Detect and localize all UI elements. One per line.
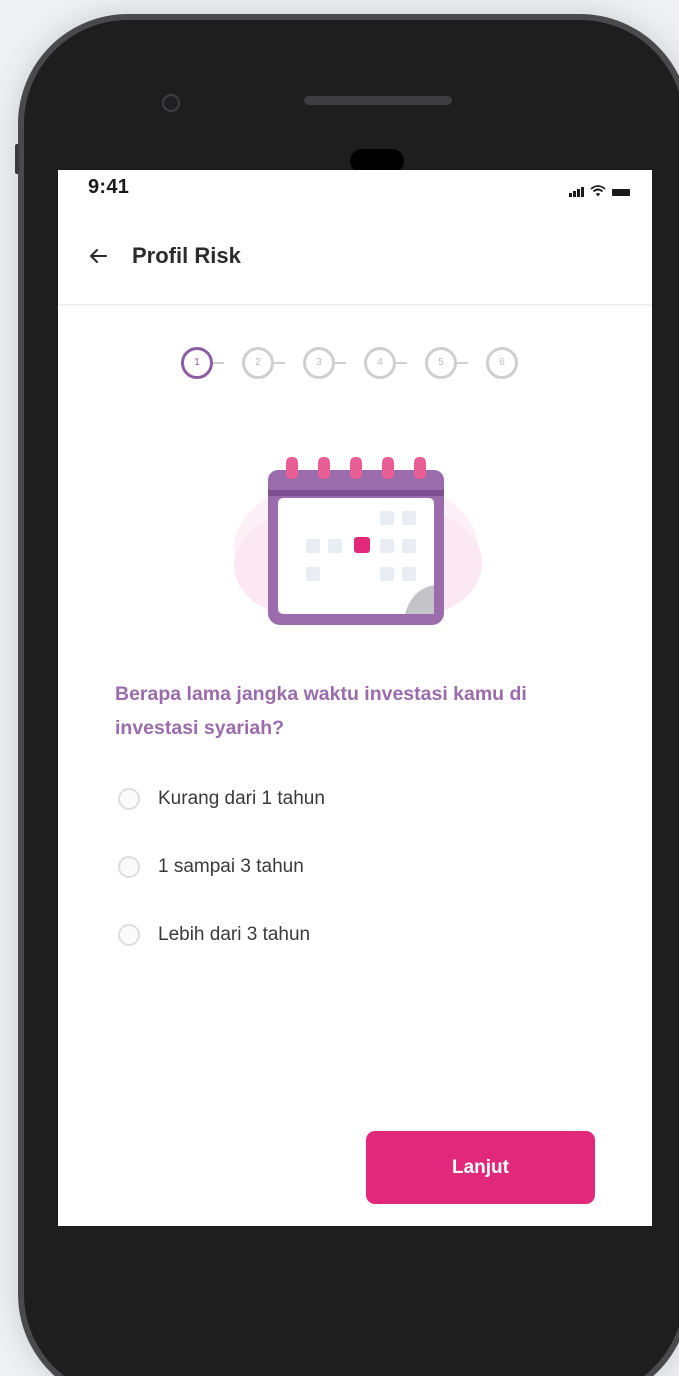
app-header: Profil Risk <box>58 230 652 305</box>
cellular-signal-icon <box>569 187 584 197</box>
calendar-illustration <box>226 435 486 635</box>
option-label: Kurang dari 1 tahun <box>158 788 325 809</box>
radio-button[interactable] <box>118 788 140 810</box>
question-text: Berapa lama jangka waktu investasi kamu … <box>115 683 527 739</box>
front-camera <box>162 94 180 112</box>
status-time: 9:41 <box>88 176 130 198</box>
radio-button[interactable] <box>118 856 140 878</box>
next-button[interactable]: Lanjut <box>366 1131 595 1204</box>
option-label: Lebih dari 3 tahun <box>158 924 311 945</box>
step-number: 6 <box>499 357 505 368</box>
app-screen: 9:41 Profil Risk 1 2 3 4 5 6 Berapa lama… <box>58 170 652 1226</box>
back-button[interactable] <box>86 244 110 268</box>
earpiece-speaker <box>304 96 452 105</box>
step-6: 6 <box>486 347 518 379</box>
step-2: 2 <box>242 347 274 379</box>
phone-side-button <box>15 144 19 174</box>
step-1: 1 <box>181 347 213 379</box>
radio-button[interactable] <box>118 924 140 946</box>
step-connector <box>335 362 346 364</box>
step-number: 2 <box>255 357 261 368</box>
arrow-left-icon <box>90 249 107 263</box>
step-connector <box>274 362 285 364</box>
step-connector <box>396 362 407 364</box>
wifi-icon <box>590 185 606 197</box>
step-number: 1 <box>194 357 200 368</box>
option-lebih-dari-3-tahun[interactable]: Lebih dari 3 tahun <box>118 918 325 986</box>
step-3: 3 <box>303 347 335 379</box>
progress-stepper: 1 2 3 4 5 6 <box>58 347 652 383</box>
page: 9:41 Profil Risk 1 2 3 4 5 6 Berapa lama… <box>0 0 679 1376</box>
page-title: Profil Risk <box>132 243 241 268</box>
step-4: 4 <box>364 347 396 379</box>
option-kurang-dari-1-tahun[interactable]: Kurang dari 1 tahun <box>118 782 325 850</box>
step-5: 5 <box>425 347 457 379</box>
option-1-sampai-3-tahun[interactable]: 1 sampai 3 tahun <box>118 850 325 918</box>
step-number: 3 <box>316 357 322 368</box>
battery-icon <box>612 189 630 196</box>
status-bar: 9:41 <box>58 170 652 210</box>
option-label: 1 sampai 3 tahun <box>158 856 304 877</box>
status-icons <box>569 185 630 197</box>
step-connector <box>457 362 468 364</box>
step-number: 4 <box>377 357 383 368</box>
step-connector <box>213 362 224 364</box>
step-number: 5 <box>438 357 444 368</box>
calendar-icon <box>234 457 482 625</box>
answer-options: Kurang dari 1 tahun 1 sampai 3 tahun Leb… <box>118 782 325 986</box>
